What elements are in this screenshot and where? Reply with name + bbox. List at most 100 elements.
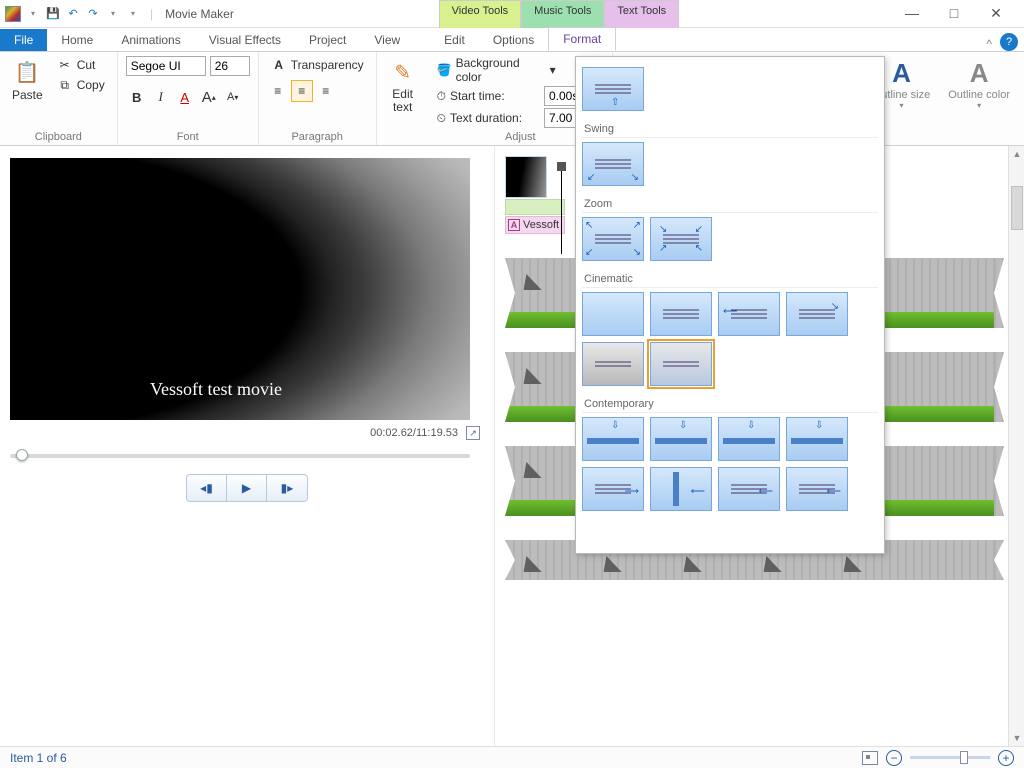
playhead[interactable] [561, 164, 562, 254]
effect-thumb[interactable] [582, 342, 644, 386]
effect-thumb[interactable]: ↖↗↙↘ [582, 217, 644, 261]
font-size-select[interactable] [210, 56, 250, 76]
edit-text-icon: ✎ [389, 58, 417, 86]
paste-button[interactable]: 📋 Paste [8, 56, 47, 104]
effect-thumb[interactable]: ↘↙↗↖ [650, 217, 712, 261]
effect-thumb[interactable]: ⇩ [786, 417, 848, 461]
fullscreen-button[interactable]: ↗ [466, 426, 480, 440]
effect-thumb[interactable]: ⟵ [786, 467, 848, 511]
app-icon [4, 5, 22, 23]
effect-thumb[interactable] [582, 292, 644, 336]
copy-button[interactable]: ⧉Copy [53, 76, 109, 94]
tab-visual-effects[interactable]: Visual Effects [195, 29, 295, 51]
tab-view[interactable]: View [360, 29, 414, 51]
help-button[interactable]: ? [1000, 33, 1018, 51]
clip-audio-track [505, 199, 565, 215]
effect-thumb[interactable]: ⇩ [582, 417, 644, 461]
context-tab-video[interactable]: Video Tools [439, 0, 521, 28]
group-edit-text: ✎ Edit text [377, 52, 429, 145]
tab-format[interactable]: Format [548, 27, 616, 51]
gallery-scroll[interactable]: ⇧ Swing ↙↘ Zoom ↖↗↙↘ ↘↙↗↖ Cinematic ⟵ ↘ … [576, 57, 884, 553]
italic-button[interactable]: I [150, 86, 172, 108]
tab-file[interactable]: File [0, 29, 47, 51]
zoom-out-button[interactable]: − [886, 750, 902, 766]
context-tab-music[interactable]: Music Tools [521, 0, 604, 28]
align-left-button[interactable]: ≡ [267, 80, 289, 102]
time-display: 00:02.62/11:19.53 [370, 427, 458, 439]
group-label-adjust: Adjust [505, 129, 536, 143]
paint-bucket-icon: 🪣 [437, 63, 452, 77]
outline-color-button[interactable]: A Outline color▾ [942, 56, 1016, 112]
effect-thumb[interactable] [650, 292, 712, 336]
quick-access-toolbar: ▾ 💾 ↶ ↷ ▾ ▾ [0, 5, 146, 23]
scroll-thumb[interactable] [1011, 186, 1023, 230]
qat-caret[interactable]: ▾ [124, 5, 142, 23]
save-button[interactable]: 💾 [44, 5, 62, 23]
transparency-icon: A [271, 57, 287, 73]
zoom-slider[interactable] [910, 756, 990, 759]
next-frame-button[interactable]: ▮▸ [267, 475, 307, 501]
tab-home[interactable]: Home [47, 29, 107, 51]
paste-label: Paste [12, 88, 43, 102]
effect-thumb[interactable]: ⇩ [718, 417, 780, 461]
edit-text-button[interactable]: ✎ Edit text [385, 56, 421, 116]
effect-thumb-selected[interactable] [650, 342, 712, 386]
view-mode-button[interactable] [862, 751, 878, 765]
seek-knob[interactable] [16, 449, 28, 461]
effect-thumb[interactable]: ↙↘ [582, 142, 644, 186]
clock-icon: ⏱ [437, 89, 446, 104]
grow-font-button[interactable]: A▴ [198, 86, 220, 108]
font-name-select[interactable] [126, 56, 206, 76]
bold-button[interactable]: B [126, 86, 148, 108]
zoom-knob[interactable] [960, 751, 968, 764]
text-a-icon: A [508, 219, 520, 231]
scroll-up[interactable]: ▲ [1009, 146, 1024, 162]
clip-1[interactable]: A Vessoft [505, 156, 565, 234]
minimize-button[interactable]: — [900, 5, 924, 22]
effect-thumb[interactable]: ⟵ [650, 467, 712, 511]
ribbon-tabs: File Home Animations Visual Effects Proj… [0, 28, 1024, 52]
cut-button[interactable]: ✂Cut [53, 56, 109, 74]
clip-text-track[interactable]: A Vessoft [505, 216, 565, 234]
title-bar: ▾ 💾 ↶ ↷ ▾ ▾ | Movie Maker Video Tools Mu… [0, 0, 1024, 28]
scroll-down[interactable]: ▼ [1009, 730, 1024, 746]
group-clipboard: 📋 Paste ✂Cut ⧉Copy Clipboard [0, 52, 118, 145]
context-tab-text[interactable]: Text Tools [604, 0, 679, 28]
tab-project[interactable]: Project [295, 29, 360, 51]
effects-gallery: ⇧ Swing ↙↘ Zoom ↖↗↙↘ ↘↙↗↖ Cinematic ⟵ ↘ … [575, 56, 885, 554]
zoom-in-button[interactable]: + [998, 750, 1014, 766]
category-zoom: Zoom [582, 194, 878, 213]
timeline-scrollbar[interactable]: ▲ ▼ [1008, 146, 1024, 746]
align-center-button[interactable]: ≡ [291, 80, 313, 102]
transparency-button[interactable]: A Transparency [267, 56, 368, 74]
collapse-ribbon-button[interactable]: ^ [986, 37, 992, 51]
font-color-button[interactable]: A [174, 86, 196, 108]
shrink-font-button[interactable]: A▾ [222, 86, 244, 108]
qat-more[interactable]: ▾ [104, 5, 122, 23]
play-button[interactable]: ▶ [227, 475, 267, 501]
tab-edit[interactable]: Edit [430, 29, 479, 51]
redo-button[interactable]: ↷ [84, 5, 102, 23]
category-contemporary: Contemporary [582, 394, 878, 413]
effect-thumb[interactable]: ⟵ [718, 292, 780, 336]
qat-divider: ▾ [24, 5, 42, 23]
effect-thumb[interactable]: ⟵ [718, 467, 780, 511]
align-right-button[interactable]: ≡ [315, 80, 337, 102]
effect-thumb[interactable]: ⇩ [650, 417, 712, 461]
preview-overlay-text: Vessoft test movie [150, 379, 282, 400]
effect-thumb[interactable]: ⇧ [582, 67, 644, 111]
bg-color-dropdown[interactable]: ▾ [550, 63, 556, 77]
tab-options[interactable]: Options [479, 29, 548, 51]
close-button[interactable]: ✕ [984, 5, 1008, 22]
outline-size-icon: A [892, 58, 911, 89]
tab-animations[interactable]: Animations [107, 29, 194, 51]
maximize-button[interactable]: □ [942, 5, 966, 22]
group-label-paragraph: Paragraph [291, 129, 342, 143]
prev-frame-button[interactable]: ◂▮ [187, 475, 227, 501]
undo-button[interactable]: ↶ [64, 5, 82, 23]
zoom-controls: − + [886, 750, 1014, 766]
effect-thumb[interactable]: ⟶ [582, 467, 644, 511]
seek-bar[interactable] [10, 454, 470, 458]
group-label-clipboard: Clipboard [35, 129, 82, 143]
effect-thumb[interactable]: ↘ [786, 292, 848, 336]
